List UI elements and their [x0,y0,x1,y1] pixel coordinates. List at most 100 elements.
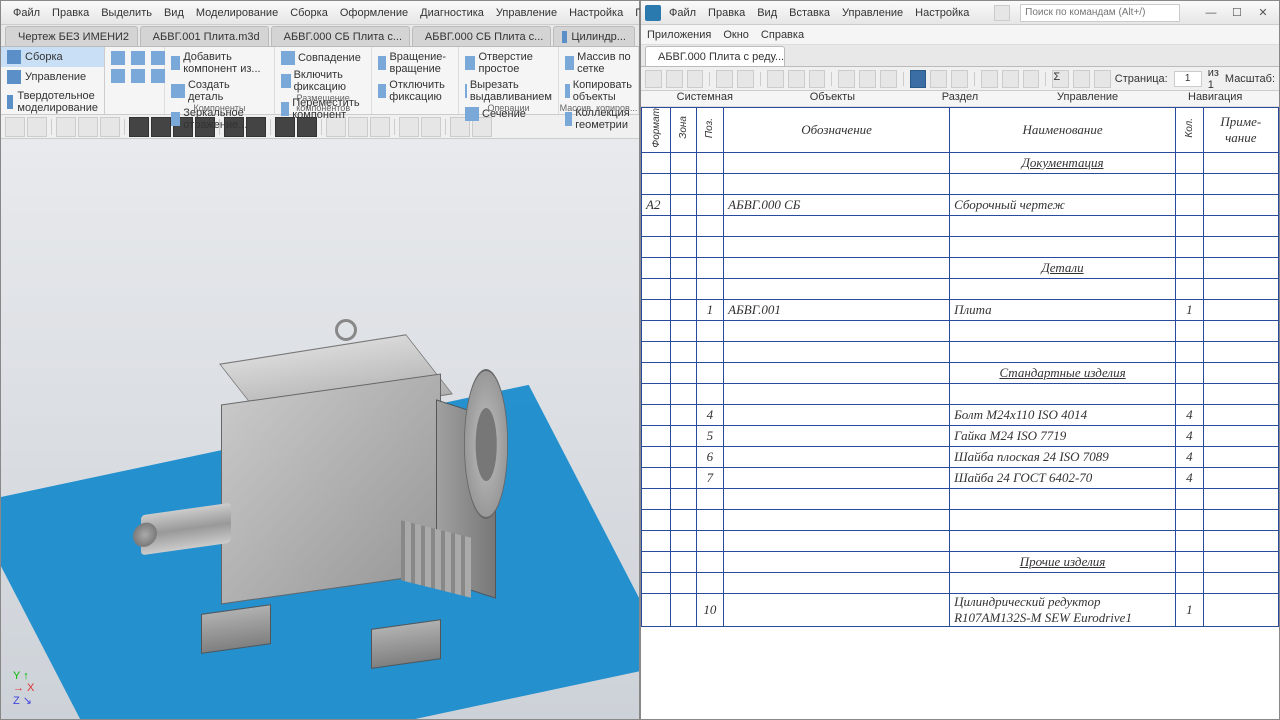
menu-Файл[interactable]: Файл [669,7,696,19]
doc-tab[interactable]: АБВГ.000 СБ Плита с... [412,26,551,46]
st-11[interactable] [880,70,897,88]
copy-obj-btn[interactable]: Копировать объекты [563,77,634,105]
spec-row[interactable]: 4Болт М24х110 ISO 40144 [642,404,1279,425]
st-9[interactable] [838,70,855,88]
st-13[interactable] [930,70,947,88]
menu-Моделирование[interactable]: Моделирование [196,7,278,19]
menu-Настройка[interactable]: Настройка [915,7,969,19]
st-14[interactable] [951,70,968,88]
menu-Файл[interactable]: Файл [13,7,40,19]
menu-Управление[interactable]: Управление [496,7,557,19]
st-5[interactable] [737,70,754,88]
spec-row[interactable] [642,320,1279,341]
st-15[interactable] [981,70,998,88]
st-17[interactable] [1023,70,1040,88]
spec-row[interactable]: Прочие изделия [642,551,1279,572]
doc-tab[interactable]: АБВГ.000 СБ Плита с... [271,26,410,46]
menu-Правка[interactable]: Правка [52,7,89,19]
tb-6[interactable] [129,117,149,137]
spec-row[interactable] [642,215,1279,236]
menu-Выделить[interactable]: Выделить [101,7,152,19]
menu-Справка[interactable]: Справка [761,29,804,41]
spec-row[interactable]: Стандартные изделия [642,362,1279,383]
coincide-btn[interactable]: Совпадение [279,49,367,67]
menu-Окно[interactable]: Окно [723,29,749,41]
st-12[interactable] [910,70,927,88]
tb-18[interactable] [421,117,441,137]
menu-Вставка[interactable]: Вставка [789,7,830,19]
st-19[interactable] [1073,70,1090,88]
fix-on-btn[interactable]: Включить фиксацию [279,67,367,95]
doc-tab[interactable]: Цилиндр... [553,26,635,46]
spec-row[interactable]: Детали [642,257,1279,278]
st-8[interactable] [809,70,826,88]
tb-3[interactable] [56,117,76,137]
spec-row[interactable]: Документация [642,152,1279,173]
menu-Диагностика[interactable]: Диагностика [420,7,484,19]
spec-row[interactable]: 7Шайба 24 ГОСТ 6402-704 [642,467,1279,488]
tb-17[interactable] [399,117,419,137]
mode-solid[interactable]: Твердотельное моделирование [1,87,104,117]
tb-4[interactable] [78,117,98,137]
spec-row[interactable]: А2АБВГ.000 СБСборочный чертеж [642,194,1279,215]
rotate-btn[interactable]: Вращение-вращение [376,49,454,77]
spec-row[interactable] [642,278,1279,299]
st-1[interactable] [645,70,662,88]
st-4[interactable] [716,70,733,88]
tb-2[interactable] [27,117,47,137]
menu-Настройка[interactable]: Настройка [569,7,623,19]
menu-Приложения[interactable]: Приложения [647,29,711,41]
spec-row[interactable] [642,236,1279,257]
array-btn[interactable]: Массив по сетке [563,49,634,77]
open-btn[interactable] [129,49,147,67]
undo-btn[interactable] [129,67,147,85]
spec-row[interactable] [642,572,1279,593]
spec-row[interactable] [642,341,1279,362]
close-btn[interactable]: ✕ [1251,5,1275,21]
add-component-btn[interactable]: Добавить компонент из... [169,49,270,77]
st-6[interactable] [767,70,784,88]
spec-row[interactable] [642,173,1279,194]
st-2[interactable] [666,70,683,88]
st-7[interactable] [788,70,805,88]
print-btn[interactable] [109,67,127,85]
menu-Правка[interactable]: Правка [708,7,745,19]
cut-extrude-btn[interactable]: Вырезать выдавливанием [463,77,554,105]
menu-Вид[interactable]: Вид [164,7,184,19]
doc-tab[interactable]: АБВГ.001 Плита.m3d [140,26,269,46]
mode-manage[interactable]: Управление [1,67,104,87]
create-part-btn[interactable]: Создать деталь [169,77,270,105]
spec-document[interactable]: Формат Зона Поз. Обозначение Наименовани… [641,107,1279,719]
spec-row[interactable]: 1АБВГ.001Плита1 [642,299,1279,320]
menu-Вид[interactable]: Вид [757,7,777,19]
st-18[interactable]: Σ [1052,70,1069,88]
hole-btn[interactable]: Отверстие простое [463,49,554,77]
fix-off-btn[interactable]: Отключить фиксацию [376,77,454,105]
spec-row[interactable] [642,383,1279,404]
command-search[interactable] [1020,4,1180,22]
menu-Оформление[interactable]: Оформление [340,7,408,19]
menu-Сборка[interactable]: Сборка [290,7,328,19]
spec-row[interactable] [642,509,1279,530]
doc-tab[interactable]: АБВГ.000 Плита с реду...× [645,46,785,66]
menu-Управление[interactable]: Управление [842,7,903,19]
spec-row[interactable] [642,530,1279,551]
tb-7[interactable] [151,117,171,137]
st-10[interactable] [859,70,876,88]
spec-row[interactable]: 5Гайка М24 ISO 77194 [642,425,1279,446]
spec-row[interactable] [642,488,1279,509]
maximize-btn[interactable]: ☐ [1225,5,1249,21]
minimize-btn[interactable]: — [1199,5,1223,21]
3d-viewport[interactable]: Y ↑→ XZ ↘ [1,139,639,719]
spec-row[interactable]: 6Шайба плоская 24 ISO 70894 [642,446,1279,467]
tb-16[interactable] [370,117,390,137]
mode-assembly[interactable]: Сборка [1,47,104,67]
st-3[interactable] [687,70,704,88]
st-16[interactable] [1002,70,1019,88]
search-icon[interactable] [994,5,1010,21]
st-20[interactable] [1094,70,1111,88]
doc-tab[interactable]: Чертеж БЕЗ ИМЕНИ2 [5,26,138,46]
spec-row[interactable]: 10Цилиндрический редуктор R107AM132S-M S… [642,593,1279,626]
new-btn[interactable] [109,49,127,67]
tb-5[interactable] [100,117,120,137]
